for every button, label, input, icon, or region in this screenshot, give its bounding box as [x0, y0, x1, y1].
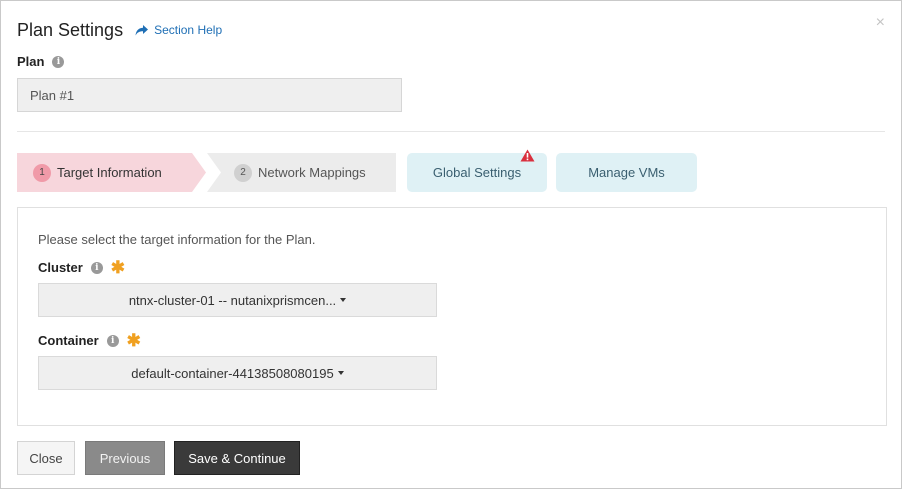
- close-icon[interactable]: ×: [876, 15, 885, 31]
- save-continue-button[interactable]: Save & Continue: [174, 441, 300, 475]
- dialog-header: Plan Settings Section Help: [17, 17, 222, 43]
- tab-label: Manage VMs: [588, 165, 665, 180]
- step-number: 1: [33, 163, 51, 182]
- cluster-label-row: Cluster i ✱: [38, 257, 126, 277]
- plan-label-row: Plan i: [17, 54, 65, 69]
- cluster-selected-value: ntnx-cluster-01 -- nutanixprismcen...: [128, 292, 337, 308]
- step-label: Network Mappings: [258, 165, 366, 180]
- info-icon[interactable]: i: [106, 334, 119, 347]
- step-number: 2: [234, 163, 252, 182]
- panel-description: Please select the target information for…: [38, 232, 316, 247]
- plan-name-input[interactable]: [17, 78, 402, 112]
- caret-down-icon: [340, 298, 347, 302]
- step-label: Target Information: [57, 165, 162, 180]
- dialog-title: Plan Settings: [17, 19, 124, 40]
- asterisk-icon: ✱: [110, 257, 126, 277]
- warning-triangle-icon: [520, 149, 535, 162]
- share-arrow-icon: [135, 24, 149, 35]
- cluster-select[interactable]: ntnx-cluster-01 -- nutanixprismcen...: [38, 283, 437, 317]
- plan-label: Plan: [17, 54, 45, 69]
- tab-label: Global Settings: [432, 165, 522, 180]
- container-select[interactable]: default-container-44138508080195: [38, 356, 437, 390]
- cluster-label: Cluster: [38, 260, 83, 275]
- previous-button[interactable]: Previous: [85, 441, 165, 475]
- asterisk-icon: ✱: [126, 330, 141, 350]
- container-selected-value: default-container-44138508080195: [131, 365, 334, 381]
- step-target-information[interactable]: 1 Target Information: [17, 153, 206, 192]
- close-button[interactable]: Close: [17, 441, 75, 475]
- tab-manage-vms[interactable]: Manage VMs: [556, 153, 697, 192]
- target-information-panel: Please select the target information for…: [17, 207, 887, 426]
- plan-settings-dialog: Plan Settings Section Help × Plan i 1 Ta…: [0, 0, 902, 489]
- container-label: Container: [38, 333, 99, 348]
- info-icon[interactable]: i: [52, 55, 65, 68]
- section-help-link[interactable]: Section Help: [135, 23, 222, 37]
- step-network-mappings[interactable]: 2 Network Mappings: [207, 153, 396, 192]
- info-icon[interactable]: i: [90, 261, 103, 274]
- caret-down-icon: [337, 371, 344, 375]
- container-label-row: Container i ✱: [38, 330, 141, 350]
- divider: [17, 131, 885, 132]
- section-help-label: Section Help: [154, 23, 223, 37]
